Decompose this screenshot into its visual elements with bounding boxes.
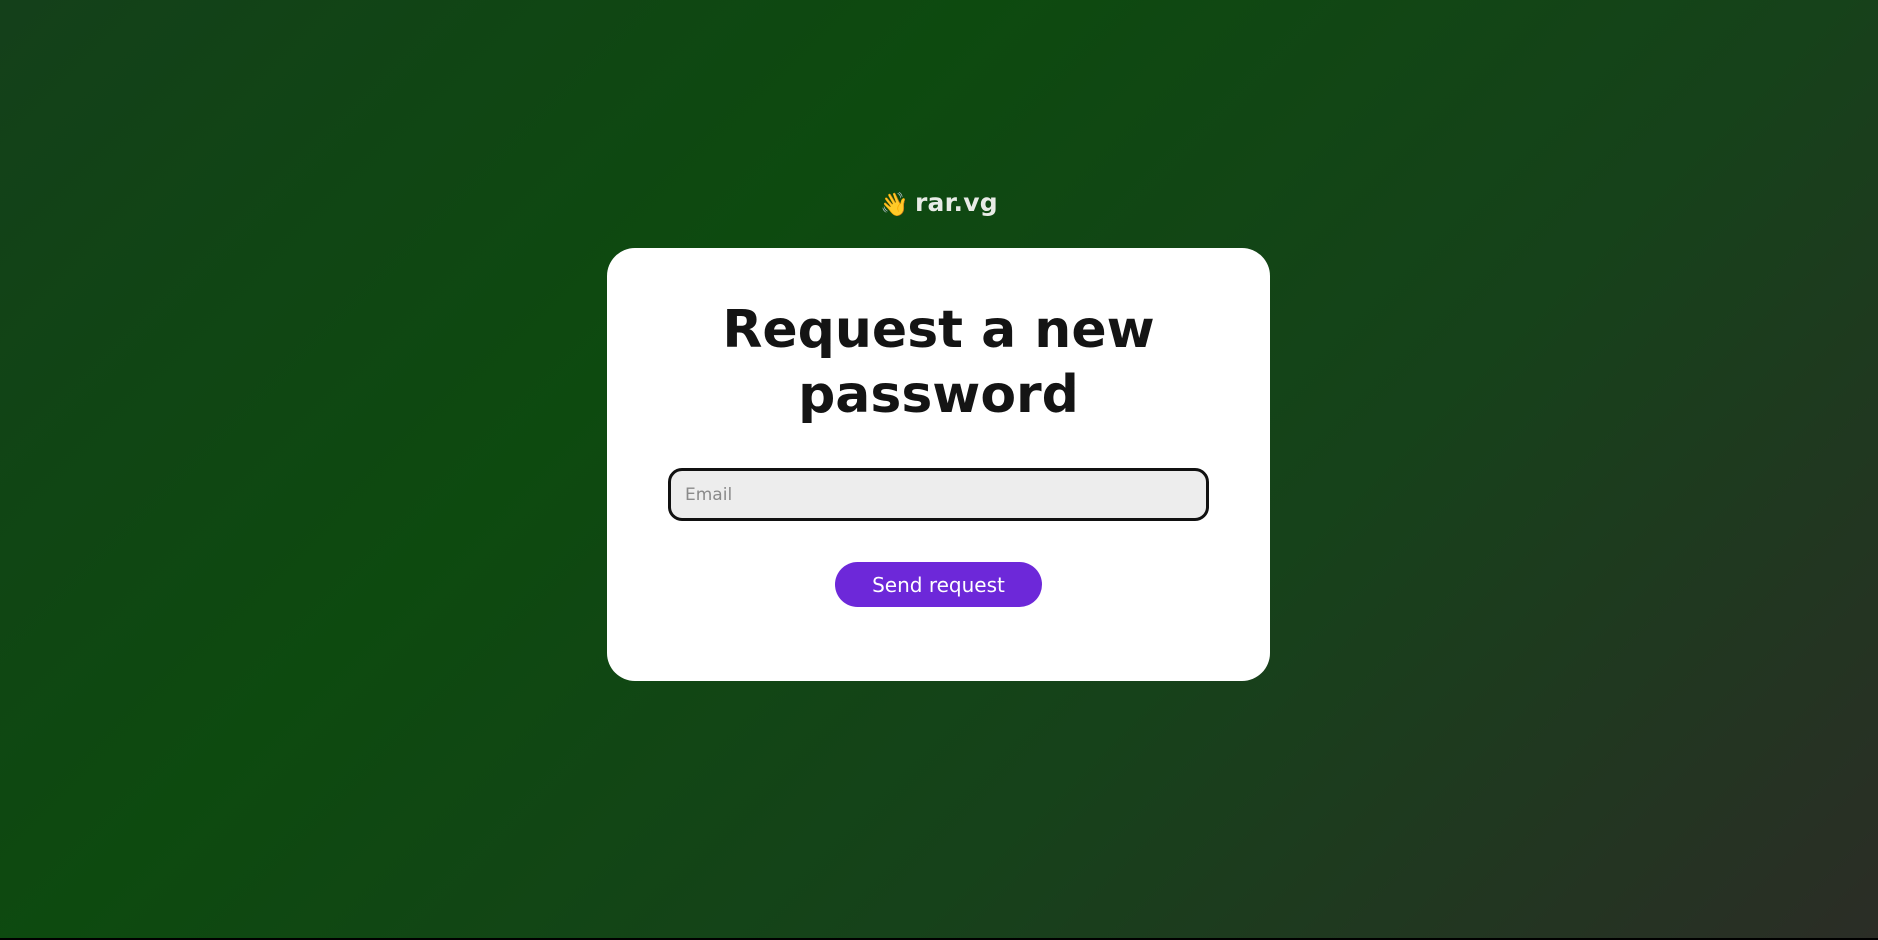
waving-hand-icon: 👋	[880, 192, 909, 218]
email-field[interactable]	[668, 468, 1209, 521]
brand: 👋 rar.vg	[0, 188, 1878, 218]
page-title: Request a new password	[722, 300, 1155, 425]
brand-name: rar.vg	[914, 188, 998, 217]
reset-password-card: Request a new password Send request	[607, 248, 1270, 681]
send-request-button[interactable]: Send request	[835, 562, 1042, 607]
